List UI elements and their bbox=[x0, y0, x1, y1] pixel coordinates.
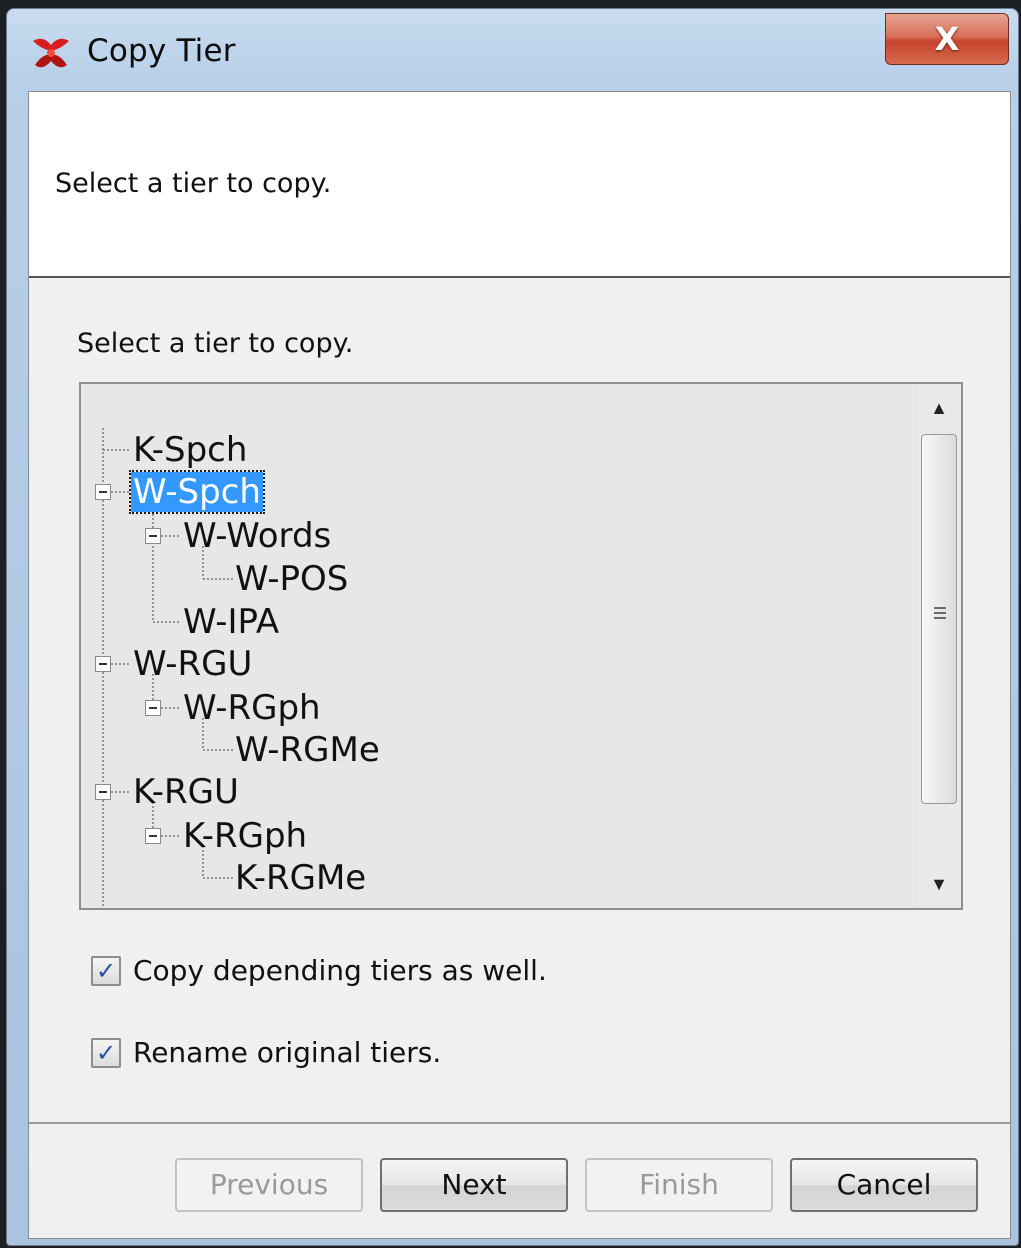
grip-icon bbox=[934, 607, 946, 621]
collapse-icon[interactable] bbox=[145, 700, 161, 716]
previous-button[interactable]: Previous bbox=[175, 1158, 363, 1212]
tree-node-w-rgme[interactable]: W-RGMe bbox=[235, 730, 380, 770]
collapse-icon[interactable] bbox=[95, 784, 111, 800]
tree-node-label: K-RGph bbox=[183, 816, 308, 856]
tree-node-label: W-RGU bbox=[133, 644, 253, 684]
tree-node-k-rgu[interactable]: K-RGU bbox=[133, 772, 239, 812]
scroll-down-arrow-icon[interactable]: ▼ bbox=[917, 862, 961, 906]
tree-node-label: K-RGU bbox=[133, 772, 239, 812]
scroll-up-arrow-icon[interactable]: ▲ bbox=[917, 386, 961, 430]
collapse-icon[interactable] bbox=[145, 828, 161, 844]
tree-node-k-spch[interactable]: K-Spch bbox=[133, 430, 247, 470]
tree-node-label: W-Words bbox=[183, 516, 332, 556]
collapse-icon[interactable] bbox=[145, 528, 161, 544]
tree-node-k-rgph[interactable]: K-RGph bbox=[183, 816, 307, 856]
tree-node-w-words[interactable]: W-Words bbox=[183, 516, 331, 556]
title-bar[interactable]: Copy Tier X bbox=[7, 9, 1018, 89]
window-title: Copy Tier bbox=[87, 33, 236, 69]
collapse-icon[interactable] bbox=[95, 656, 111, 672]
rename-original-checkbox[interactable]: ✓ bbox=[91, 1038, 121, 1068]
tree-node-label: W-Spch bbox=[129, 470, 265, 514]
elan-app-icon bbox=[29, 31, 73, 75]
tree-node-w-pos[interactable]: W-POS bbox=[235, 559, 348, 599]
tree-node-k-rgme[interactable]: K-RGMe bbox=[235, 858, 366, 898]
copy-tier-dialog: Copy Tier X Select a tier to copy. Selec… bbox=[6, 8, 1019, 1246]
wizard-header-text: Select a tier to copy. bbox=[55, 168, 332, 199]
rename-original-label: Rename original tiers. bbox=[133, 1036, 442, 1069]
copy-depending-checkbox[interactable]: ✓ bbox=[91, 956, 121, 986]
tree-node-label: W-RGMe bbox=[235, 730, 380, 770]
tree-node-w-spch[interactable]: W-Spch bbox=[129, 470, 265, 514]
next-button[interactable]: Next bbox=[380, 1158, 568, 1212]
tree-node-label: K-Spch bbox=[133, 430, 248, 470]
finish-button[interactable]: Finish bbox=[585, 1158, 773, 1212]
tree-node-label: W-RGph bbox=[183, 688, 321, 728]
tier-tree[interactable]: K-Spch W-Spch W-Words W-POS W-IPA W-RGU bbox=[79, 382, 963, 910]
wizard-header: Select a tier to copy. bbox=[29, 92, 1010, 278]
tree-node-w-ipa[interactable]: W-IPA bbox=[183, 602, 279, 642]
tree-node-label: K-RGMe bbox=[235, 858, 367, 898]
collapse-icon[interactable] bbox=[95, 484, 111, 500]
tree-node-w-rgu[interactable]: W-RGU bbox=[133, 644, 252, 684]
cancel-button[interactable]: Cancel bbox=[790, 1158, 978, 1212]
tree-node-label: W-POS bbox=[235, 559, 349, 599]
tree-node-w-rgph[interactable]: W-RGph bbox=[183, 688, 321, 728]
tree-node-label: W-IPA bbox=[183, 602, 280, 642]
vertical-scrollbar[interactable]: ▲ ▼ bbox=[917, 384, 961, 908]
close-button[interactable]: X bbox=[885, 13, 1009, 65]
copy-depending-label: Copy depending tiers as well. bbox=[133, 954, 547, 987]
footer-divider bbox=[29, 1122, 1010, 1124]
tree-label: Select a tier to copy. bbox=[77, 328, 354, 359]
dialog-body: Select a tier to copy. Select a tier to … bbox=[28, 91, 1011, 1239]
scrollbar-thumb[interactable] bbox=[921, 434, 957, 804]
